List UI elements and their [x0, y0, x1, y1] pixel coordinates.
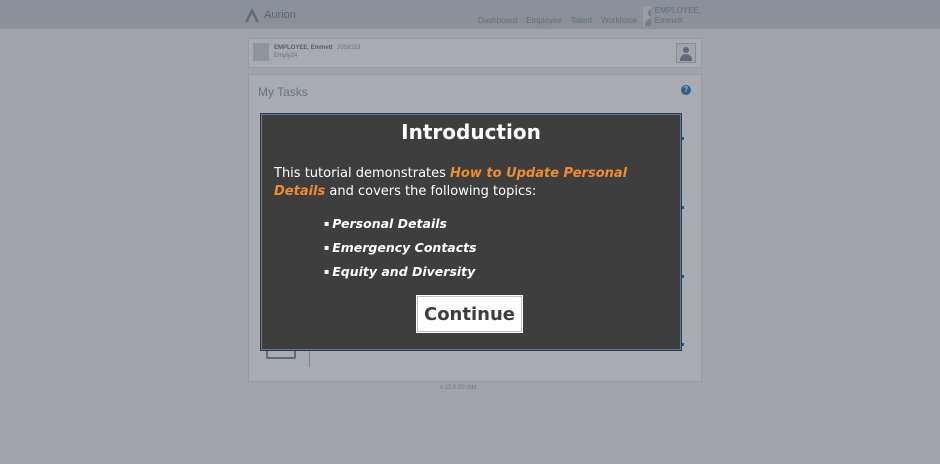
topic-list: Personal Details Emergency Contacts Equi…	[324, 216, 477, 288]
continue-button[interactable]: Continue	[417, 296, 522, 332]
description-suffix: and covers the following topics:	[325, 184, 537, 199]
modal-title: Introduction	[401, 120, 541, 144]
topic-item: Emergency Contacts	[324, 240, 476, 264]
modal-description: This tutorial demonstrates How to Update…	[274, 165, 674, 201]
topic-item: Equity and Diversity	[324, 264, 477, 288]
introduction-modal: Introduction This tutorial demonstrates …	[261, 114, 681, 350]
description-prefix: This tutorial demonstrates	[274, 166, 451, 181]
topic-item: Personal Details	[324, 216, 477, 240]
